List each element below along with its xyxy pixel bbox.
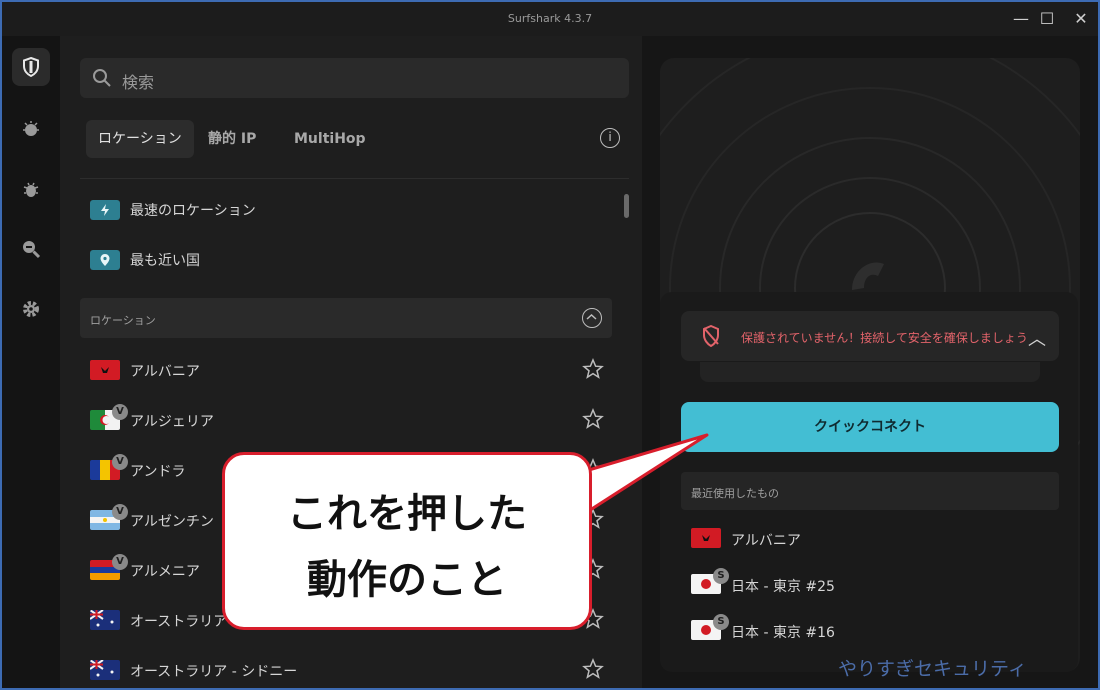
recent-item-name: 日本 - 東京 #25 (731, 579, 835, 595)
location-name: アルジェリア (130, 414, 214, 430)
search-input[interactable]: 検索 (80, 58, 629, 98)
app-window: Surfshark 4.3.7 — ☐ ✕ 検索 ロケーション 静的 IP Mu… (0, 0, 1100, 690)
divider (80, 178, 629, 179)
search-placeholder: 検索 (122, 73, 155, 92)
nav-alert[interactable] (12, 110, 50, 148)
window-title: Surfshark 4.3.7 (507, 12, 593, 25)
location-name: アンドラ (130, 464, 186, 480)
location-pin-icon (90, 250, 120, 270)
nearest-country-item[interactable]: 最も近い国 (90, 248, 200, 272)
nav-vpn-shield[interactable] (12, 48, 50, 86)
maximize-button[interactable]: ☐ (1034, 8, 1060, 30)
fastest-location-label: 最速のロケーション (130, 203, 256, 219)
nav-search-privacy[interactable] (12, 230, 50, 268)
location-name: アルゼンチン (130, 514, 214, 530)
collapse-icon[interactable] (582, 308, 602, 328)
lightning-icon (90, 200, 120, 220)
star-icon[interactable] (582, 358, 604, 380)
flag-australia-icon (90, 660, 120, 680)
recent-item-name: アルバニア (731, 533, 801, 549)
alert-bug-icon (23, 121, 39, 136)
location-name: オーストラリア - シドニー (130, 664, 298, 680)
location-name: アルバニア (130, 364, 200, 380)
chevron-up-icon[interactable]: ︿ (1028, 325, 1046, 351)
fastest-location-item[interactable]: 最速のロケーション (90, 198, 256, 222)
watermark-text: やりすぎセキュリティ (838, 658, 1027, 680)
scrollbar-thumb[interactable] (624, 194, 629, 218)
callout-line-1: これを押した (287, 491, 527, 537)
list-item[interactable]: オーストラリア - シドニー (90, 654, 610, 684)
virtual-location-badge: V (112, 504, 128, 520)
star-icon[interactable] (582, 658, 604, 680)
gear-icon (23, 301, 39, 317)
tab-locations[interactable]: ロケーション (86, 120, 194, 158)
section-label: ロケーション (90, 314, 156, 327)
list-item[interactable]: アルバニア (90, 354, 610, 384)
nav-settings[interactable] (12, 290, 50, 328)
flag-albania-icon (691, 528, 721, 548)
virtual-location-badge: V (112, 554, 128, 570)
search-icon (93, 69, 111, 87)
nearest-country-label: 最も近い国 (130, 253, 200, 269)
flag-australia-icon (90, 610, 120, 630)
quick-connect-button[interactable]: クイックコネクト (681, 402, 1059, 452)
tab-multihop[interactable]: MultiHop (282, 120, 378, 158)
static-ip-badge: S (713, 614, 729, 630)
shield-off-icon (703, 325, 719, 347)
magnifier-minus-icon (23, 241, 41, 259)
nav-rail (2, 36, 60, 688)
static-ip-badge: S (713, 568, 729, 584)
locations-section-header[interactable]: ロケーション (80, 298, 612, 338)
virtual-location-badge: V (112, 454, 128, 470)
status-card-shadow (700, 362, 1040, 382)
list-item[interactable]: V アルジェリア (90, 404, 610, 434)
status-banner[interactable]: 保護されていません！接続して安全を確保しましょう ︿ (681, 311, 1059, 361)
bug-icon (23, 182, 39, 197)
recent-item-name: 日本 - 東京 #16 (731, 625, 835, 641)
location-name: アルメニア (130, 564, 200, 580)
info-icon[interactable]: i (600, 128, 620, 148)
shield-icon (23, 57, 39, 77)
close-button[interactable]: ✕ (1068, 8, 1094, 30)
callout-line-2: 動作のこと (307, 557, 507, 603)
title-bar: Surfshark 4.3.7 — ☐ ✕ (2, 2, 1098, 36)
callout-tail (582, 433, 709, 514)
tab-static-ip[interactable]: 静的 IP (196, 120, 268, 158)
virtual-location-badge: V (112, 404, 128, 420)
callout-box: これを押した 動作のこと (222, 452, 592, 630)
nav-antivirus[interactable] (12, 170, 50, 208)
minimize-button[interactable]: — (1008, 8, 1034, 30)
recent-section-header: 最近使用したもの (681, 472, 1059, 510)
flag-albania-icon (90, 360, 120, 380)
status-warning-text: 保護されていません！接続して安全を確保しましょう (741, 331, 1028, 345)
